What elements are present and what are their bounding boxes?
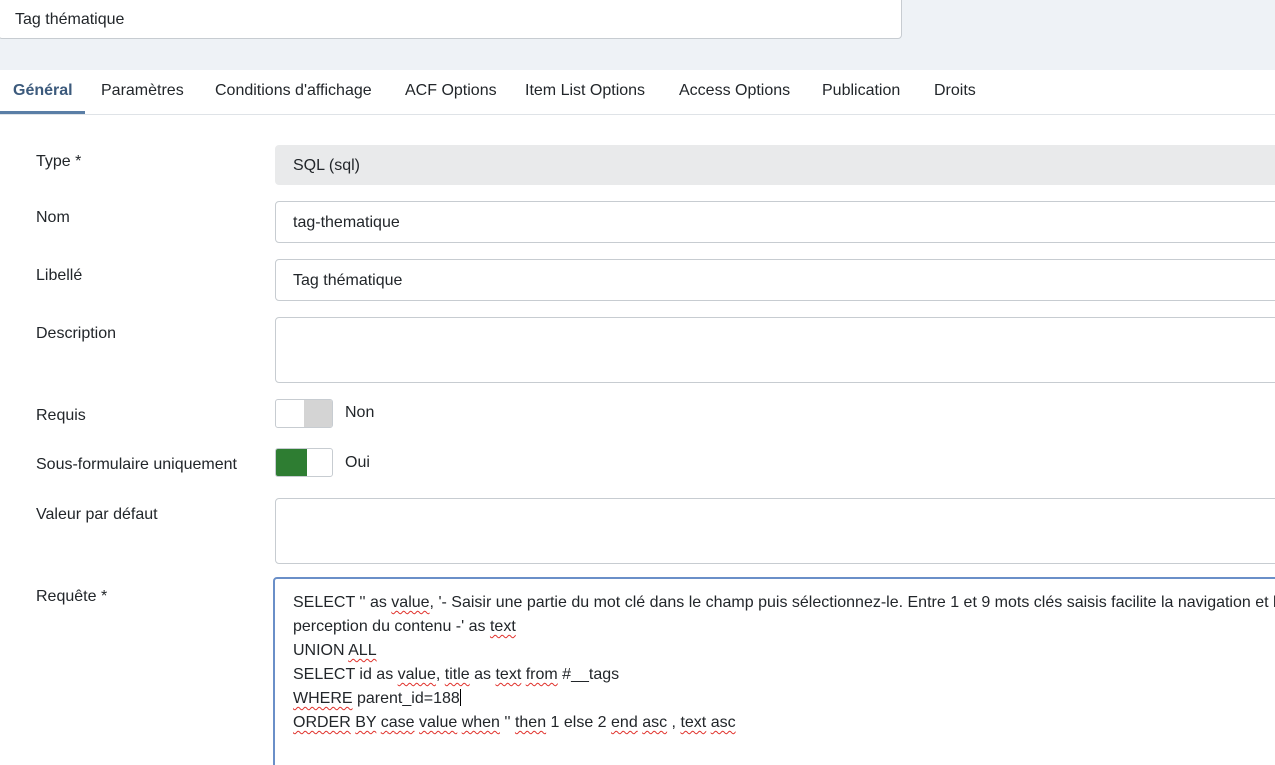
label-label: Libellé [36,267,83,284]
toggle-knob-on [276,449,307,476]
required-toggle[interactable] [275,399,333,428]
description-textarea[interactable] [275,317,1275,383]
subform-only-toggle[interactable] [275,448,333,477]
tab-bar: Général Paramètres Conditions d'affichag… [0,70,1275,115]
query-textarea[interactable]: SELECT '' as value, '- Saisir une partie… [273,577,1275,765]
tab-item-list-options[interactable]: Item List Options [525,70,645,114]
tab-publication[interactable]: Publication [822,70,900,114]
title-input[interactable]: Tag thématique [0,0,902,39]
toggle-knob-off [304,400,332,427]
subform-only-label: Sous-formulaire uniquement [36,456,237,473]
description-label: Description [36,325,117,342]
active-tab-indicator [0,111,85,114]
default-value-textarea[interactable] [275,498,1275,564]
tab-general[interactable]: Général [13,70,73,114]
type-label: Type * [36,153,82,170]
required-state: Non [345,404,375,421]
query-line: SELECT '' as value, '- Saisir une partie… [293,594,1275,611]
required-label: Requis [36,407,86,424]
label-input[interactable]: Tag thématique [275,259,1275,301]
query-line: perception du contenu -' as text [293,618,516,635]
tab-parametres[interactable]: Paramètres [101,70,184,114]
name-label: Nom [36,209,70,226]
tab-access-options[interactable]: Access Options [679,70,790,114]
query-line: ORDER BY case value when '' then 1 else … [293,714,736,731]
query-label: Requête * [36,588,108,605]
query-line: UNION ALL [293,642,377,659]
default-value-label: Valeur par défaut [36,506,158,523]
query-line: SELECT id as value, title as text from #… [293,666,620,683]
tab-droits[interactable]: Droits [934,70,976,114]
tab-acf-options[interactable]: ACF Options [405,70,497,114]
query-line: WHERE parent_id=188 [293,689,461,707]
name-input[interactable]: tag-thematique [275,201,1275,243]
subform-only-state: Oui [345,454,370,471]
type-field: SQL (sql) [275,145,1275,185]
text-cursor [459,689,461,706]
tab-conditions-affichage[interactable]: Conditions d'affichage [215,70,372,114]
